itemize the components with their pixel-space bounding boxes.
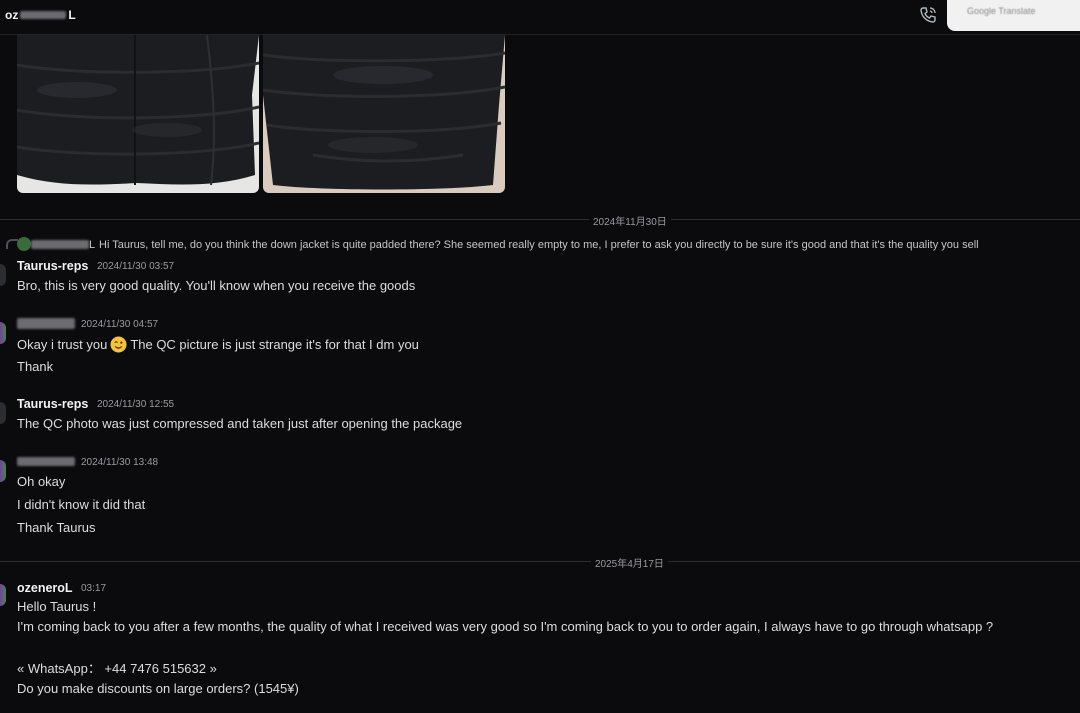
message-text: « WhatsApp： +44 7476 515632 »	[17, 661, 217, 676]
translate-popup[interactable]: Google Translate	[947, 0, 1080, 31]
avatar[interactable]	[0, 402, 6, 424]
message-text: Thank	[17, 359, 54, 374]
phone-call-icon[interactable]	[918, 5, 938, 25]
jacket-photo-back[interactable]	[263, 35, 505, 193]
message-author[interactable]: ozeneroL	[17, 581, 73, 595]
message-text: Bro, this is very good quality. You'll k…	[17, 278, 416, 293]
date-divider-label: 2024年11月30日	[589, 213, 671, 228]
reply-text[interactable]: Hi Taurus, tell me, do you think the dow…	[99, 239, 979, 251]
channel-name-prefix: oz	[5, 8, 19, 22]
message-text: I'm coming back to you after a few month…	[17, 619, 994, 634]
avatar[interactable]	[0, 322, 6, 344]
message-timestamp: 03:17	[81, 583, 107, 594]
jacket-photo-front[interactable]	[17, 35, 259, 193]
date-divider	[0, 561, 1080, 562]
message-timestamp: 2024/11/30 12:55	[97, 399, 175, 410]
reply-author-suffix: L	[89, 239, 96, 251]
date-divider-label: 2025年4月17日	[591, 555, 668, 570]
reply-avatar	[17, 237, 31, 251]
message-text: The QC photo was just compressed and tak…	[17, 416, 463, 431]
avatar[interactable]	[0, 584, 6, 606]
wink-emoji-icon	[110, 336, 127, 353]
message-text: Okay i trust you The QC picture is just s…	[17, 336, 419, 353]
redacted-name	[17, 318, 75, 329]
message-text: Thank Taurus	[17, 520, 96, 535]
avatar[interactable]	[0, 264, 6, 286]
message-timestamp: 2024/11/30 04:57	[81, 319, 159, 330]
redacted-name	[20, 11, 67, 19]
date-divider	[0, 219, 1080, 220]
avatar[interactable]	[0, 460, 6, 482]
channel-name[interactable]: oz L	[5, 8, 76, 22]
message-text: Oh okay	[17, 474, 66, 489]
channel-header: oz L Google Translate	[0, 0, 1080, 35]
message-text: Hello Taurus !	[17, 599, 97, 614]
message-text-part: The QC picture is just strange it's for …	[130, 337, 419, 352]
message-author[interactable]: Taurus-reps	[17, 397, 88, 411]
message-text-part: Okay i trust you	[17, 337, 108, 352]
message-text: I didn't know it did that	[17, 497, 146, 512]
redacted-name	[17, 457, 75, 466]
redacted-name	[31, 240, 89, 249]
translate-label: Google Translate	[967, 6, 1036, 16]
message-timestamp: 2024/11/30 03:57	[97, 261, 175, 272]
message-author[interactable]: Taurus-reps	[17, 259, 88, 273]
message-text: Do you make discounts on large orders? (…	[17, 681, 299, 696]
channel-name-suffix: L	[68, 8, 76, 22]
message-timestamp: 2024/11/30 13:48	[81, 457, 159, 468]
